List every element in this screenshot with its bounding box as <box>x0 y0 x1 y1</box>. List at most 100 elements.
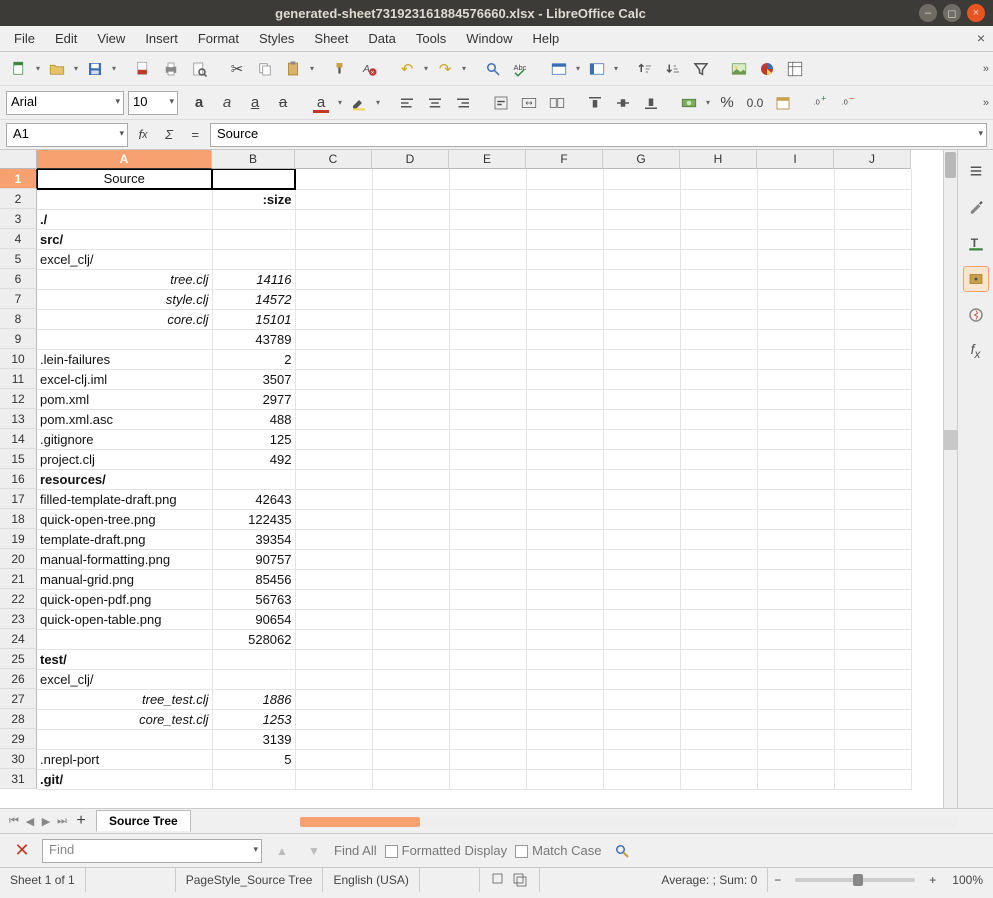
cell-D22[interactable] <box>372 589 449 609</box>
insert-pivot-button[interactable] <box>782 56 808 82</box>
cell-H24[interactable] <box>680 629 757 649</box>
cell-H18[interactable] <box>680 509 757 529</box>
cell-I9[interactable] <box>757 329 834 349</box>
row-header-7[interactable]: 7 <box>0 289 37 309</box>
cell-G15[interactable] <box>603 449 680 469</box>
cell-C29[interactable] <box>295 729 372 749</box>
cell-H26[interactable] <box>680 669 757 689</box>
cell-G9[interactable] <box>603 329 680 349</box>
cell-B13[interactable]: 488 <box>212 409 295 429</box>
cell-G19[interactable] <box>603 529 680 549</box>
formula-equals-button[interactable]: = <box>184 124 206 146</box>
cell-H22[interactable] <box>680 589 757 609</box>
cell-G4[interactable] <box>603 229 680 249</box>
sidebar-gallery-button[interactable]: T <box>963 230 989 256</box>
name-box[interactable]: A1▾ <box>6 123 128 147</box>
cell-F14[interactable] <box>526 429 603 449</box>
number-format-button[interactable]: 0.0 <box>742 90 768 116</box>
cell-D26[interactable] <box>372 669 449 689</box>
cell-B3[interactable] <box>212 209 295 229</box>
sheet-tab-active[interactable]: Source Tree <box>96 810 191 832</box>
cell-G27[interactable] <box>603 689 680 709</box>
cell-G13[interactable] <box>603 409 680 429</box>
cell-J12[interactable] <box>834 389 911 409</box>
cell-B10[interactable]: 2 <box>212 349 295 369</box>
cell-I26[interactable] <box>757 669 834 689</box>
cell-F26[interactable] <box>526 669 603 689</box>
cell-D1[interactable] <box>372 169 449 189</box>
cell-H4[interactable] <box>680 229 757 249</box>
cell-J9[interactable] <box>834 329 911 349</box>
cell-I8[interactable] <box>757 309 834 329</box>
cell-J25[interactable] <box>834 649 911 669</box>
cell-I30[interactable] <box>757 749 834 769</box>
row-header-30[interactable]: 30 <box>0 749 37 769</box>
print-preview-button[interactable] <box>186 56 212 82</box>
cell-E13[interactable] <box>449 409 526 429</box>
cell-J18[interactable] <box>834 509 911 529</box>
cell-A31[interactable]: .git/ <box>37 769 212 789</box>
vertical-scrollbar[interactable] <box>943 150 957 808</box>
cell-D28[interactable] <box>372 709 449 729</box>
horizontal-scrollbar[interactable] <box>300 817 957 827</box>
cell-C18[interactable] <box>295 509 372 529</box>
cell-F28[interactable] <box>526 709 603 729</box>
cell-G28[interactable] <box>603 709 680 729</box>
cell-J27[interactable] <box>834 689 911 709</box>
column-header-J[interactable]: J <box>834 150 911 169</box>
currency-button[interactable] <box>676 90 702 116</box>
menu-insert[interactable]: Insert <box>135 28 188 49</box>
row-header-31[interactable]: 31 <box>0 769 37 789</box>
cell-D29[interactable] <box>372 729 449 749</box>
cell-G6[interactable] <box>603 269 680 289</box>
cell-B26[interactable] <box>212 669 295 689</box>
cell-C5[interactable] <box>295 249 372 269</box>
row-header-11[interactable]: 11 <box>0 369 37 389</box>
cell-E2[interactable] <box>449 189 526 209</box>
cell-E26[interactable] <box>449 669 526 689</box>
column-header-H[interactable]: H <box>680 150 757 169</box>
cell-B9[interactable]: 43789 <box>212 329 295 349</box>
undo-dropdown[interactable]: ▾ <box>422 64 430 73</box>
cell-H12[interactable] <box>680 389 757 409</box>
undo-button[interactable]: ↶ <box>394 56 420 82</box>
cell-B28[interactable]: 1253 <box>212 709 295 729</box>
cell-D27[interactable] <box>372 689 449 709</box>
cell-G7[interactable] <box>603 289 680 309</box>
cell-B8[interactable]: 15101 <box>212 309 295 329</box>
cell-D3[interactable] <box>372 209 449 229</box>
row-header-22[interactable]: 22 <box>0 589 37 609</box>
cell-H31[interactable] <box>680 769 757 789</box>
find-replace-dialog-button[interactable] <box>610 839 634 863</box>
document-close-button[interactable]: × <box>977 30 985 46</box>
cell-C8[interactable] <box>295 309 372 329</box>
strikethrough-button[interactable]: a <box>270 90 296 116</box>
cell-H25[interactable] <box>680 649 757 669</box>
cell-F9[interactable] <box>526 329 603 349</box>
zoom-slider[interactable] <box>795 878 915 882</box>
cell-C9[interactable] <box>295 329 372 349</box>
cell-B16[interactable] <box>212 469 295 489</box>
column-header-I[interactable]: I <box>757 150 834 169</box>
cell-F1[interactable] <box>526 169 603 189</box>
cell-F2[interactable] <box>526 189 603 209</box>
align-top-button[interactable] <box>582 90 608 116</box>
status-pagestyle[interactable]: PageStyle_Source Tree <box>176 868 324 892</box>
cell-G16[interactable] <box>603 469 680 489</box>
cell-A2[interactable] <box>37 189 212 209</box>
cell-G21[interactable] <box>603 569 680 589</box>
redo-button[interactable]: ↷ <box>432 56 458 82</box>
cell-F5[interactable] <box>526 249 603 269</box>
cell-E16[interactable] <box>449 469 526 489</box>
menu-window[interactable]: Window <box>456 28 522 49</box>
menu-sheet[interactable]: Sheet <box>304 28 358 49</box>
cell-I23[interactable] <box>757 609 834 629</box>
column-header-F[interactable]: F <box>526 150 603 169</box>
row-header-19[interactable]: 19 <box>0 529 37 549</box>
column-header-B[interactable]: B <box>212 150 295 169</box>
cell-G30[interactable] <box>603 749 680 769</box>
row-header-29[interactable]: 29 <box>0 729 37 749</box>
status-summary[interactable]: Average: ; Sum: 0 <box>651 868 768 892</box>
cell-G12[interactable] <box>603 389 680 409</box>
cell-G11[interactable] <box>603 369 680 389</box>
